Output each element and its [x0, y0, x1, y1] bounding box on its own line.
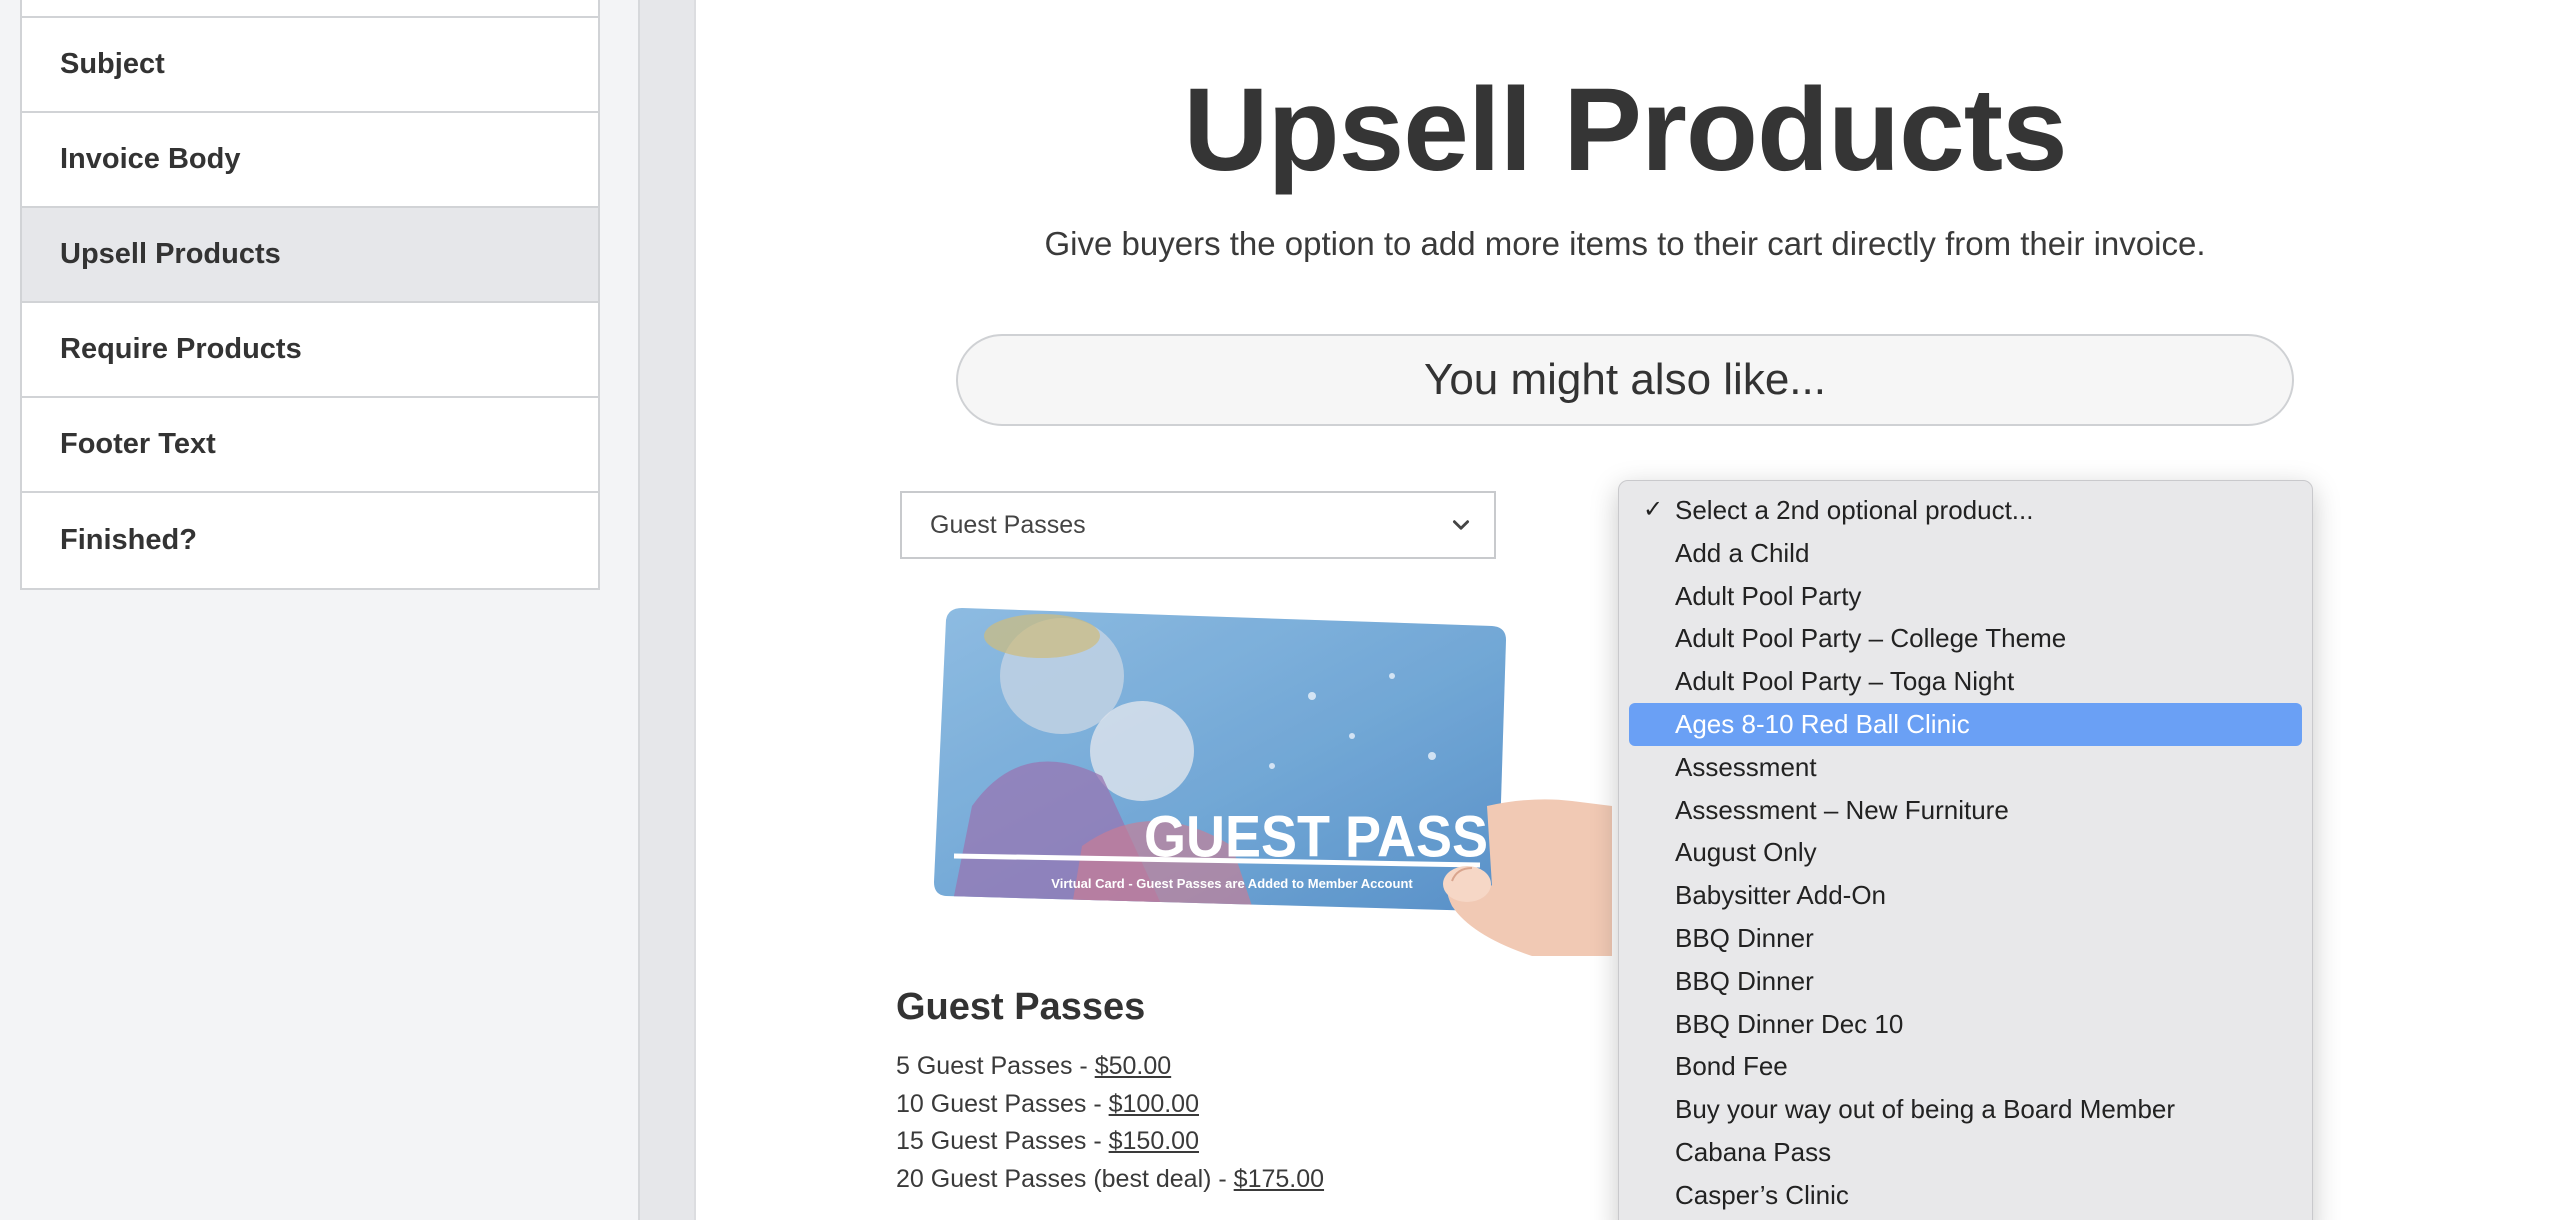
page-title: Upsell Products: [1183, 64, 2067, 196]
dropdown-option-label: BBQ Dinner: [1675, 965, 1814, 996]
dropdown-option-label: Assessment – New Furniture: [1675, 794, 2009, 825]
app-window: Subject Invoice Body Upsell Products Req…: [0, 0, 2560, 1220]
dropdown-option-placeholder[interactable]: ✓ Select a 2nd optional product...: [1629, 489, 2302, 532]
dropdown-option[interactable]: Babysitter Add-On: [1629, 874, 2302, 917]
sidebar-nav: Subject Invoice Body Upsell Products Req…: [20, 0, 600, 590]
price-link[interactable]: $150.00: [1109, 1127, 1199, 1155]
sidebar: Subject Invoice Body Upsell Products Req…: [0, 0, 638, 1220]
price-link[interactable]: $50.00: [1095, 1052, 1171, 1080]
dropdown-option[interactable]: Cabana Pass: [1629, 1131, 2302, 1174]
price-line-label: 15 Guest Passes -: [896, 1127, 1109, 1155]
dropdown-option-label: Ages 8-10 Red Ball Clinic: [1675, 708, 1970, 739]
product-name: Guest Passes: [896, 986, 1146, 1028]
dropdown-option[interactable]: Add a Child: [1629, 532, 2302, 575]
chevron-down-icon: [1452, 520, 1470, 530]
sidebar-item-finished[interactable]: Finished?: [22, 493, 598, 588]
guest-pass-image: GUEST PASS Virtual Card - Guest Passes a…: [934, 608, 1612, 956]
dropdown-option[interactable]: BBQ Dinner Dec 10: [1629, 1003, 2302, 1046]
dropdown-option[interactable]: Assessment – New Furniture: [1629, 789, 2302, 832]
dropdown-option-label: Cabana Pass: [1675, 1136, 1832, 1167]
sidebar-item-footer-text[interactable]: Footer Text: [22, 398, 598, 493]
dropdown-option-label: Buy your way out of being a Board Member: [1675, 1094, 2176, 1125]
price-list: 5 Guest Passes - $50.00 10 Guest Passes …: [896, 1048, 1324, 1198]
dropdown-option[interactable]: Bond Fee: [1629, 1045, 2302, 1088]
dropdown-option[interactable]: Casper’s Clinic: [1629, 1174, 2302, 1217]
guest-pass-card-caption: Virtual Card - Guest Passes are Added to…: [1051, 876, 1413, 891]
sidebar-item-upsell-products[interactable]: Upsell Products: [22, 208, 598, 303]
dropdown-option[interactable]: August Only: [1629, 831, 2302, 874]
upsell-heading-text: You might also like...: [1424, 355, 1826, 404]
scroll-gutter: [638, 0, 694, 1220]
dropdown-option-label: BBQ Dinner: [1675, 922, 1814, 953]
dropdown-option[interactable]: Adult Pool Party – Toga Night: [1629, 660, 2302, 703]
dropdown-option-label: Assessment: [1675, 751, 1817, 782]
dropdown-option[interactable]: Buy your way out of being a Board Member: [1629, 1088, 2302, 1131]
sidebar-item-subject[interactable]: Subject: [22, 18, 598, 113]
dropdown-option[interactable]: Adult Pool Party – College Theme: [1629, 617, 2302, 660]
dropdown-option-label: Add a Child: [1675, 537, 1810, 568]
price-line: 20 Guest Passes (best deal) - $175.00: [896, 1161, 1324, 1199]
dropdown-option-label: Babysitter Add-On: [1675, 880, 1886, 911]
dropdown-option-label: Casper’s Clinic: [1675, 1179, 1849, 1210]
dropdown-option-label: Adult Pool Party – College Theme: [1675, 623, 2067, 654]
price-line: 15 Guest Passes - $150.00: [896, 1123, 1324, 1161]
dropdown-option[interactable]: Ages 8-10 Red Ball Clinic: [1629, 702, 2302, 746]
dropdown-option-label: Adult Pool Party: [1675, 580, 1862, 611]
sidebar-item-invoice-body[interactable]: Invoice Body: [22, 113, 598, 208]
dropdown-option-label: August Only: [1675, 837, 1817, 868]
dropdown-option-label: Select a 2nd optional product...: [1675, 495, 2034, 525]
dropdown-option[interactable]: Adult Pool Party: [1629, 575, 2302, 618]
price-line: 5 Guest Passes - $50.00: [896, 1048, 1324, 1086]
price-link[interactable]: $175.00: [1234, 1165, 1324, 1193]
upsell-heading-field[interactable]: You might also like...: [956, 334, 2294, 426]
page-subtitle: Give buyers the option to add more items…: [1044, 225, 2206, 262]
product-select-1-value: Guest Passes: [930, 510, 1086, 539]
dropdown-option[interactable]: BBQ Dinner: [1629, 960, 2302, 1003]
price-line: 10 Guest Passes - $100.00: [896, 1086, 1324, 1124]
price-link[interactable]: $100.00: [1109, 1090, 1199, 1118]
dropdown-option[interactable]: BBQ Dinner: [1629, 917, 2302, 960]
price-line-label: 5 Guest Passes -: [896, 1052, 1095, 1080]
product-select-2-dropdown[interactable]: ✓ Select a 2nd optional product... Add a C…: [1618, 480, 2313, 1220]
price-line-label: 20 Guest Passes (best deal) -: [896, 1164, 1234, 1193]
checkmark-icon: ✓: [1643, 496, 1664, 523]
product-select-1[interactable]: Guest Passes: [900, 491, 1496, 559]
dropdown-option-label: Bond Fee: [1675, 1051, 1788, 1082]
sidebar-item-partial[interactable]: [22, 0, 598, 18]
dropdown-option-label: Adult Pool Party – Toga Night: [1675, 666, 2015, 697]
dropdown-option-label: BBQ Dinner Dec 10: [1675, 1008, 1904, 1039]
dropdown-option[interactable]: Assessment: [1629, 746, 2302, 789]
sidebar-item-require-products[interactable]: Require Products: [22, 303, 598, 398]
price-line-label: 10 Guest Passes -: [896, 1089, 1109, 1118]
